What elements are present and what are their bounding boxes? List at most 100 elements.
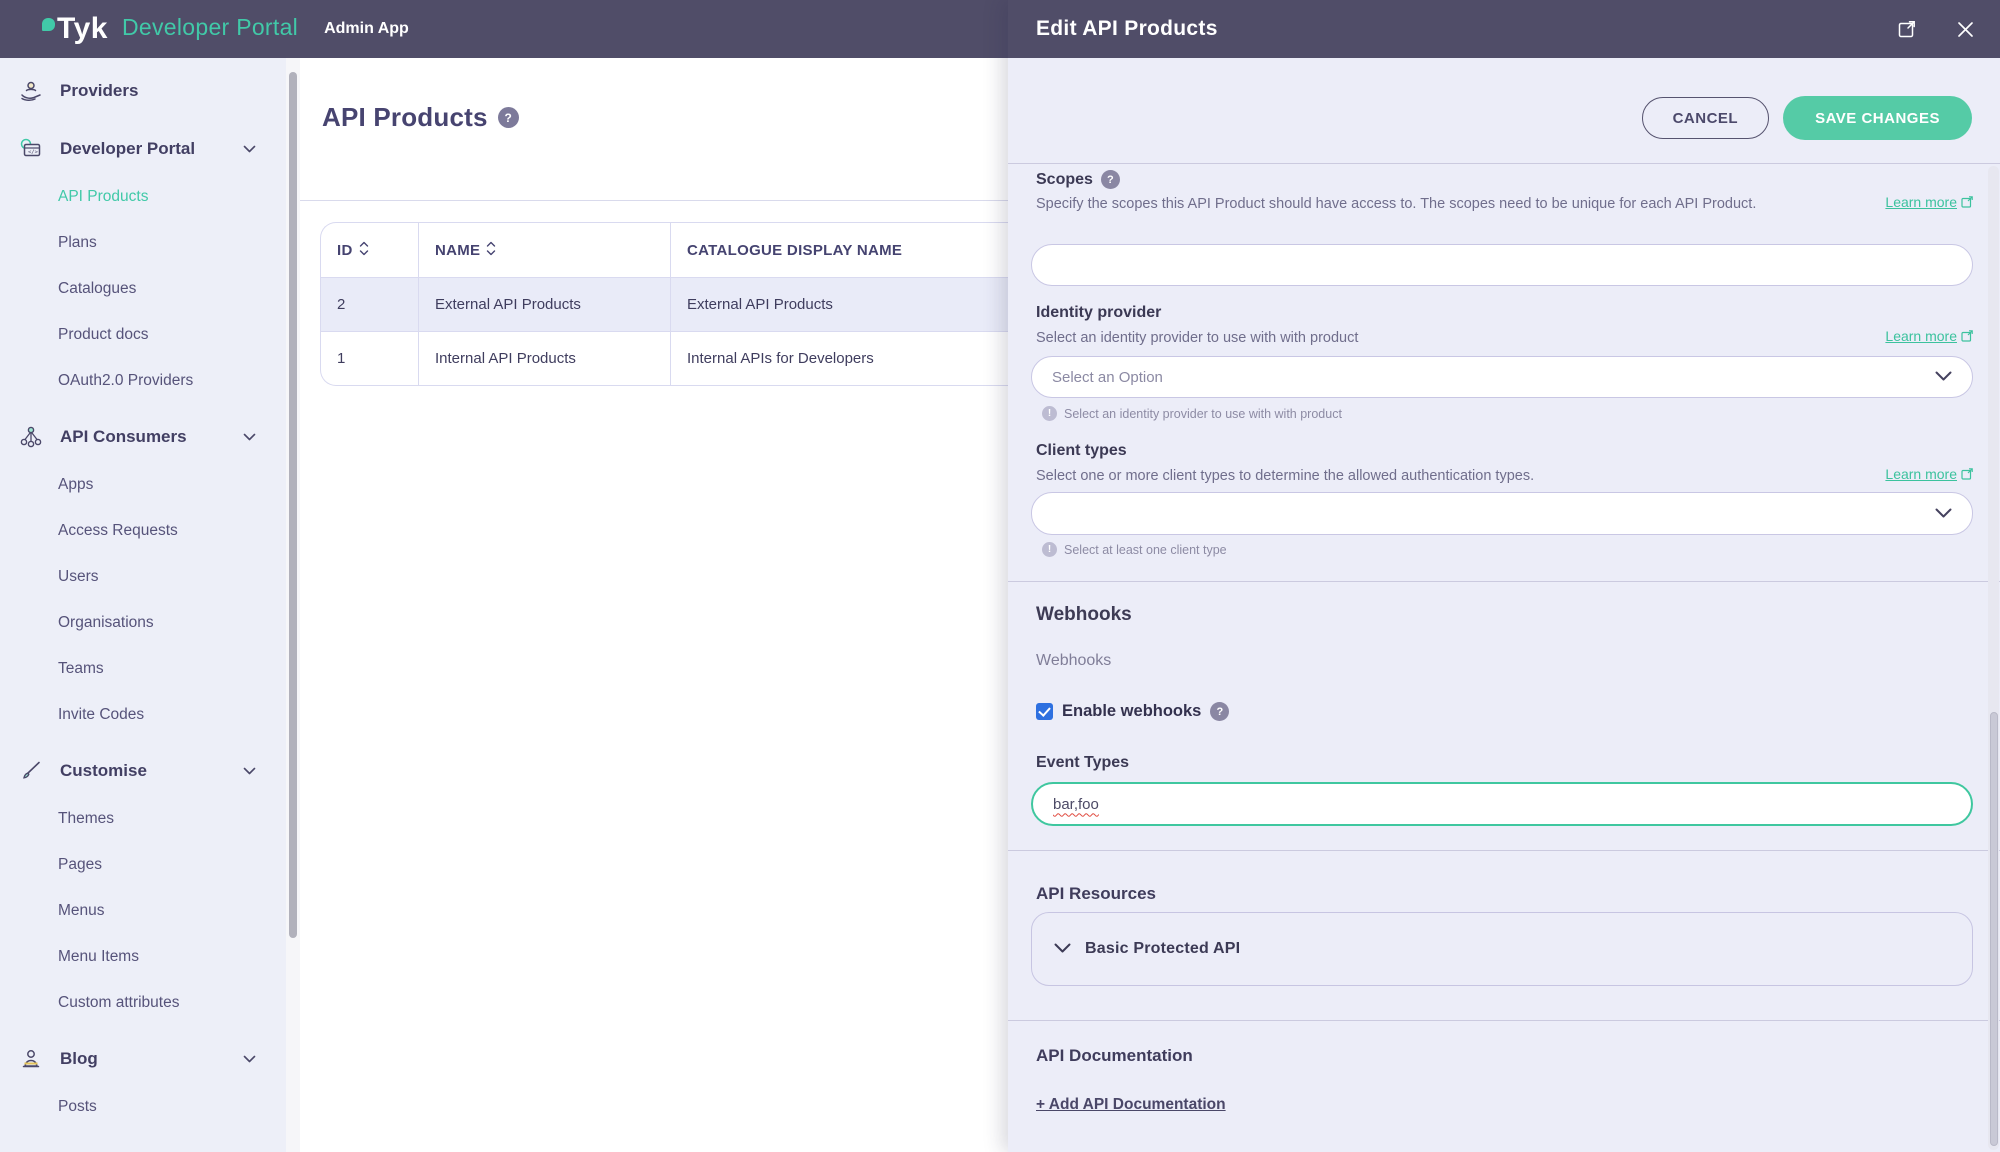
sidebar-item-label: Pages xyxy=(58,856,102,874)
sidebar-item-teams[interactable]: Teams xyxy=(0,646,286,692)
sidebar-item-label: API Products xyxy=(58,188,148,206)
tyk-leaf-icon xyxy=(42,18,55,31)
chevron-down-icon[interactable] xyxy=(1054,940,1071,958)
enable-webhooks-checkbox[interactable] xyxy=(1036,703,1053,720)
enable-webhooks-label: Enable webhooks xyxy=(1062,702,1201,721)
close-icon[interactable] xyxy=(1957,21,1974,38)
learn-more-link[interactable]: Learn more xyxy=(1885,194,1973,210)
sidebar-item-customise[interactable]: Customise xyxy=(0,746,286,796)
sort-icon[interactable] xyxy=(359,241,369,260)
add-api-documentation-link[interactable]: + Add API Documentation xyxy=(1036,1096,1226,1114)
sidebar-item-users[interactable]: Users xyxy=(0,554,286,600)
sidebar-item-developer-portal[interactable]: </> Developer Portal xyxy=(0,124,286,174)
sidebar: Providers </> Developer Portal API Produ… xyxy=(0,58,300,1152)
divider xyxy=(1008,581,2000,582)
external-link-icon xyxy=(1961,468,1973,480)
learn-more-link[interactable]: Learn more xyxy=(1885,466,1973,482)
event-types-input[interactable]: bar,foo xyxy=(1031,782,1973,826)
cancel-button[interactable]: CANCEL xyxy=(1642,97,1770,139)
sidebar-scrollbar-track[interactable] xyxy=(286,58,300,1152)
identity-provider-section: Identity provider Select an identity pro… xyxy=(1036,304,1973,322)
sidebar-item-pages[interactable]: Pages xyxy=(0,842,286,888)
sidebar-item-oauth-providers[interactable]: OAuth2.0 Providers xyxy=(0,358,286,404)
sidebar-item-label: Themes xyxy=(58,810,114,828)
sort-icon[interactable] xyxy=(486,241,496,260)
sidebar-item-api-consumers[interactable]: API Consumers xyxy=(0,412,286,462)
sidebar-item-blog[interactable]: Blog xyxy=(0,1034,286,1084)
customise-icon xyxy=(18,758,44,784)
api-documentation-heading: API Documentation xyxy=(1036,1046,1193,1066)
tyk-logo-text: Tyk xyxy=(57,14,108,44)
external-link-icon xyxy=(1961,196,1973,208)
api-resource-name: Basic Protected API xyxy=(1085,940,1240,958)
column-header-name[interactable]: NAME xyxy=(418,222,670,278)
providers-icon xyxy=(18,78,44,104)
divider xyxy=(1008,1020,2000,1021)
client-types-hint: ! Select at least one client type xyxy=(1042,542,1227,557)
product-name: Developer Portal xyxy=(122,14,298,41)
sidebar-item-menus[interactable]: Menus xyxy=(0,888,286,934)
blog-icon xyxy=(18,1046,44,1072)
client-types-section: Client types Select one or more client t… xyxy=(1036,442,1973,460)
identity-provider-select[interactable]: Select an Option xyxy=(1031,356,1973,398)
sidebar-item-label: Posts xyxy=(58,1098,97,1116)
sidebar-item-label: Product docs xyxy=(58,326,148,344)
client-types-select[interactable] xyxy=(1031,492,1973,535)
sidebar-item-providers[interactable]: Providers xyxy=(0,66,286,116)
sidebar-item-label: Organisations xyxy=(58,614,154,632)
client-types-description: Select one or more client types to deter… xyxy=(1036,466,1796,487)
sidebar-item-catalogues[interactable]: Catalogues xyxy=(0,266,286,312)
sidebar-item-organisations[interactable]: Organisations xyxy=(0,600,286,646)
sidebar-item-label: Users xyxy=(58,568,98,586)
webhooks-sublabel: Webhooks xyxy=(1036,652,1111,670)
scopes-input[interactable] xyxy=(1031,244,1973,286)
sidebar-item-label: Teams xyxy=(58,660,104,678)
sidebar-item-themes[interactable]: Themes xyxy=(0,796,286,842)
sidebar-item-access-requests[interactable]: Access Requests xyxy=(0,508,286,554)
sidebar-item-menu-items[interactable]: Menu Items xyxy=(0,934,286,980)
chevron-down-icon xyxy=(243,1050,256,1068)
tyk-logo[interactable]: Tyk Developer Portal xyxy=(42,14,298,44)
cell-id: 2 xyxy=(320,278,418,332)
developer-portal-icon: </> xyxy=(18,136,44,162)
api-resource-item[interactable]: Basic Protected API xyxy=(1031,912,1973,986)
sidebar-item-label: Invite Codes xyxy=(58,706,144,724)
help-icon[interactable]: ? xyxy=(1210,702,1229,721)
column-header-id[interactable]: ID xyxy=(320,222,418,278)
scopes-label: Scopes xyxy=(1036,171,1093,189)
sidebar-item-posts[interactable]: Posts xyxy=(0,1084,286,1130)
learn-more-link[interactable]: Learn more xyxy=(1885,328,1973,344)
event-types-label: Event Types xyxy=(1036,754,1129,772)
sidebar-item-label: Customise xyxy=(60,761,147,781)
help-icon[interactable]: ? xyxy=(498,107,519,128)
sidebar-item-label: Menus xyxy=(58,902,105,920)
page-title-row: API Products ? xyxy=(322,102,519,133)
sidebar-item-api-products[interactable]: API Products xyxy=(0,174,286,220)
enable-webhooks-row: Enable webhooks ? xyxy=(1036,702,1229,721)
sidebar-item-custom-attributes[interactable]: Custom attributes xyxy=(0,980,286,1026)
sidebar-item-apps[interactable]: Apps xyxy=(0,462,286,508)
identity-provider-label: Identity provider xyxy=(1036,304,1161,322)
identity-provider-description: Select an identity provider to use with … xyxy=(1036,328,1796,349)
sidebar-item-plans[interactable]: Plans xyxy=(0,220,286,266)
chevron-down-icon xyxy=(1935,505,1952,523)
sidebar-item-product-docs[interactable]: Product docs xyxy=(0,312,286,358)
sidebar-item-invite-codes[interactable]: Invite Codes xyxy=(0,692,286,738)
cell-id: 1 xyxy=(320,332,418,386)
info-icon: ! xyxy=(1042,542,1057,557)
save-changes-button[interactable]: SAVE CHANGES xyxy=(1783,96,1972,140)
sidebar-nav: Providers </> Developer Portal API Produ… xyxy=(0,58,286,1130)
scopes-section: Scopes ? Specify the scopes this API Pro… xyxy=(1036,170,1973,189)
chevron-down-icon xyxy=(243,762,256,780)
drawer-scrollbar-thumb[interactable] xyxy=(1990,712,1998,1146)
open-in-new-window-icon[interactable] xyxy=(1897,19,1917,39)
identity-provider-hint: ! Select an identity provider to use wit… xyxy=(1042,406,1342,421)
divider xyxy=(1008,163,2000,164)
webhooks-heading: Webhooks xyxy=(1036,604,1132,626)
app-name: Admin App xyxy=(324,20,409,38)
help-icon[interactable]: ? xyxy=(1101,170,1120,189)
drawer-header: Edit API Products xyxy=(1008,0,2000,58)
drawer-scrollbar-track[interactable] xyxy=(1988,166,1999,1150)
sidebar-item-label: OAuth2.0 Providers xyxy=(58,372,193,390)
sidebar-scrollbar-thumb[interactable] xyxy=(289,72,297,938)
